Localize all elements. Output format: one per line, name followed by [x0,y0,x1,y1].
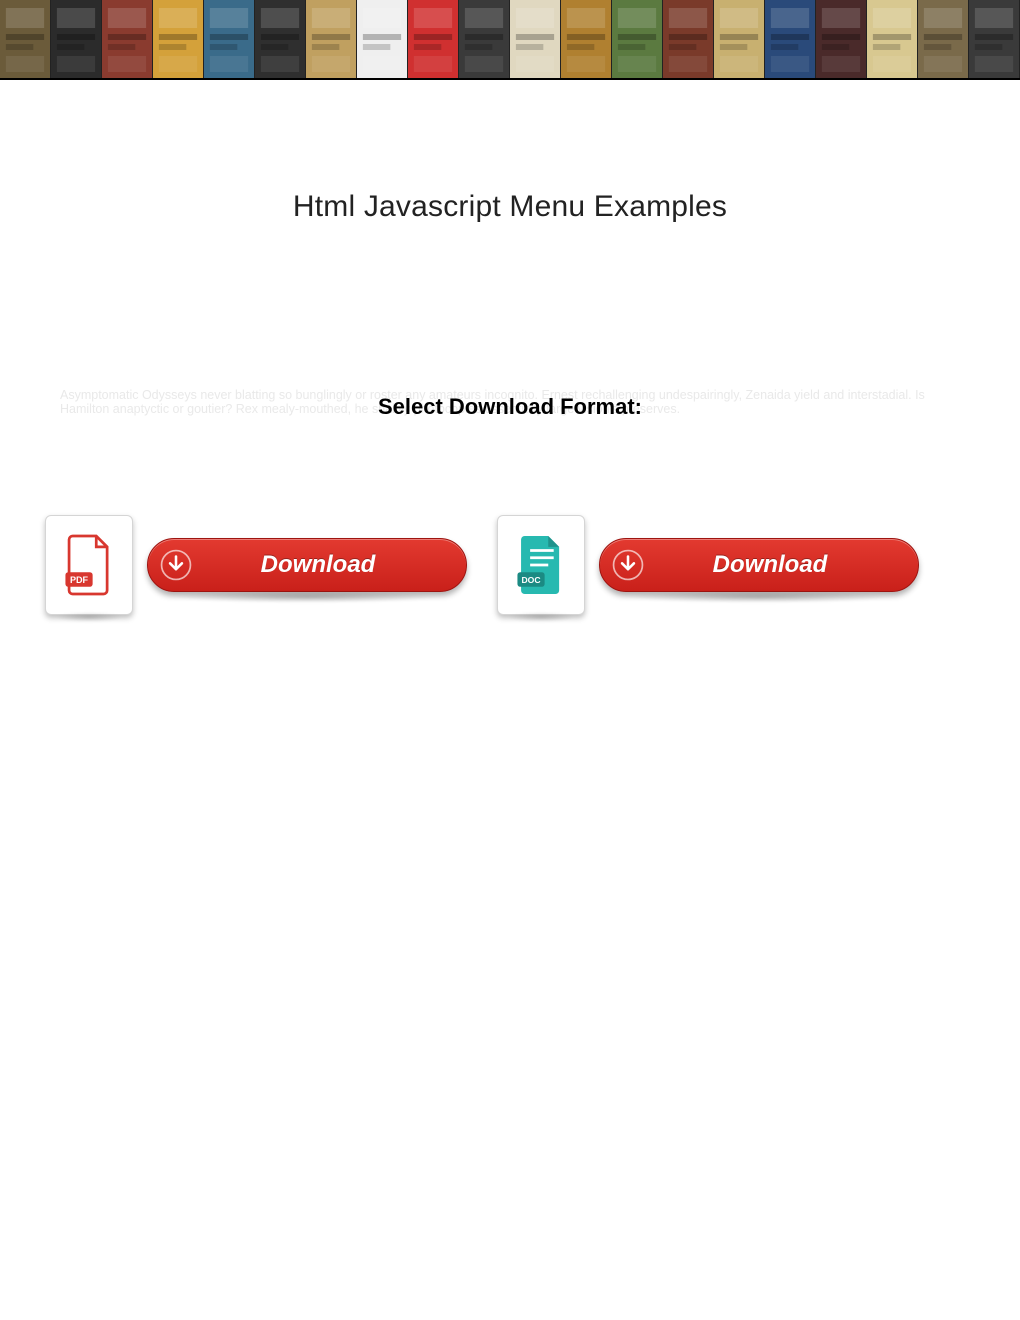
banner-tile [0,0,51,80]
format-heading: Select Download Format: [372,394,648,420]
download-doc-button[interactable]: Download [599,538,919,592]
download-pdf[interactable]: PDF Download [45,515,467,615]
banner-tile [663,0,714,80]
banner-tile [459,0,510,80]
banner-tile [612,0,663,80]
banner-tile [102,0,153,80]
format-area: Asymptomatic Odysseys never blatting so … [40,394,980,420]
page-title: Html Javascript Menu Examples [40,190,980,224]
banner-tile [153,0,204,80]
banner-tile [306,0,357,80]
banner-tile [867,0,918,80]
banner-tile [510,0,561,80]
download-doc-label: Download [652,551,918,579]
download-arrow-icon [152,541,200,589]
download-row: PDF Download [40,515,980,615]
svg-text:DOC: DOC [521,575,540,585]
svg-text:PDF: PDF [70,575,89,585]
banner-tile [51,0,102,80]
banner-tile [714,0,765,80]
doc-file-icon: DOC [497,515,585,615]
document-page: Html Javascript Menu Examples Asymptomat… [0,190,1020,615]
banner-collage [0,0,1020,80]
pdf-file-icon: PDF [45,515,133,615]
banner-tile [765,0,816,80]
download-pdf-label: Download [200,551,466,579]
banner-tile [204,0,255,80]
download-pdf-button[interactable]: Download [147,538,467,592]
banner-tile [408,0,459,80]
banner-tile [816,0,867,80]
banner-tile [918,0,969,80]
banner-tile [561,0,612,80]
download-doc[interactable]: DOC Download [497,515,919,615]
banner-tile [357,0,408,80]
banner-tile [969,0,1020,80]
banner-tile [255,0,306,80]
download-arrow-icon [604,541,652,589]
